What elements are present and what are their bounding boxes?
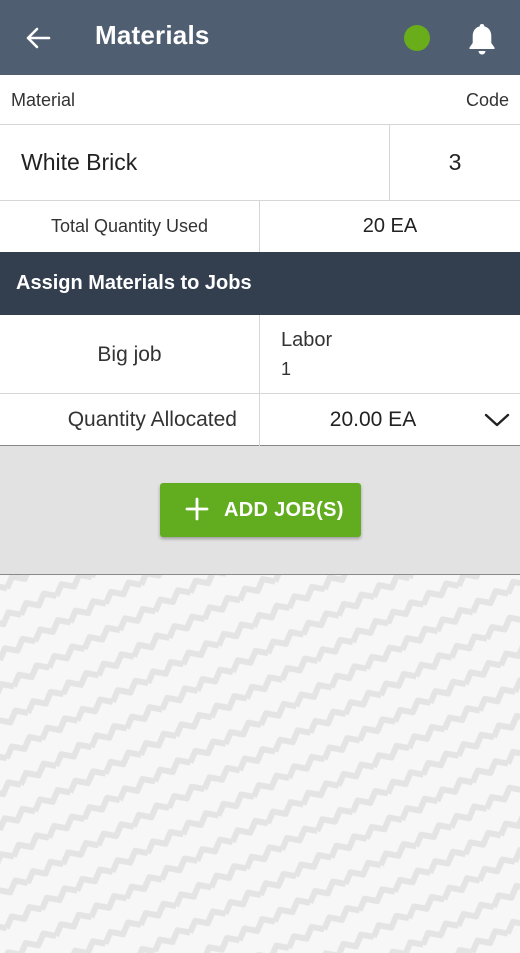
top-app-bar: Materials (0, 0, 520, 75)
material-row: White Brick 3 (0, 125, 520, 201)
zigzag-pattern (0, 575, 520, 953)
material-code: 3 (448, 149, 462, 175)
plus-icon (185, 497, 209, 521)
quantity-allocated-label: Quantity Allocated (67, 408, 237, 431)
total-quantity-row: Total Quantity Used 20 EA (0, 201, 520, 253)
notifications-button[interactable] (462, 18, 502, 60)
total-quantity-value: 20 EA (362, 215, 418, 237)
material-name: White Brick (21, 149, 138, 175)
column-divider (259, 315, 260, 394)
job-name: Big job (97, 343, 162, 366)
code-column-header: Code (465, 90, 509, 110)
arrow-left-icon (26, 27, 51, 49)
material-table-header: Material Code (0, 75, 520, 125)
chevron-down-icon (484, 413, 510, 427)
add-job-area: ADD JOB(S) (0, 446, 520, 575)
quantity-allocated-value[interactable]: 20.00 EA (260, 408, 486, 432)
background-pattern (0, 575, 520, 953)
total-quantity-label: Total Quantity Used (50, 216, 209, 236)
back-button[interactable] (18, 18, 58, 58)
material-column-header: Material (11, 90, 76, 110)
job-number: 1 (281, 359, 292, 379)
assign-section-header: Assign Materials to Jobs (0, 252, 520, 315)
quantity-dropdown-toggle[interactable] (482, 406, 512, 434)
job-row[interactable]: Big job Labor 1 (0, 315, 520, 394)
add-jobs-button-label: ADD JOB(S) (224, 499, 344, 521)
assign-section-title: Assign Materials to Jobs (16, 272, 252, 294)
job-type: Labor (281, 329, 333, 351)
page-title: Materials (95, 20, 210, 50)
connection-status-indicator (404, 25, 430, 51)
quantity-allocated-row: Quantity Allocated 20.00 EA (0, 394, 520, 446)
bell-icon (469, 24, 495, 55)
add-jobs-button[interactable]: ADD JOB(S) (160, 483, 361, 537)
